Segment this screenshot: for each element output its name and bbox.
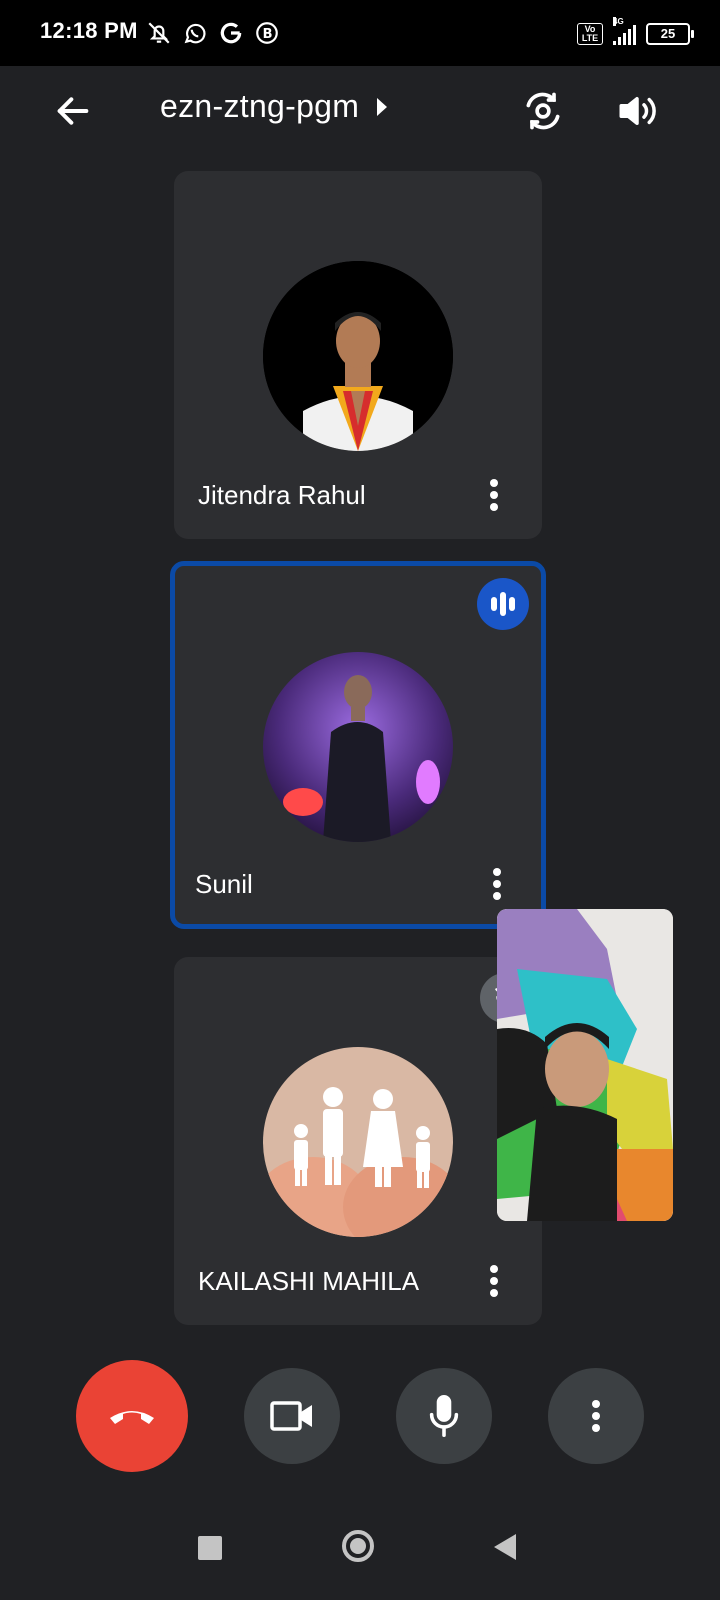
status-time: 12:18 PM: [40, 18, 138, 43]
end-call-button[interactable]: [76, 1360, 188, 1472]
speaker-icon: [619, 97, 656, 125]
recents-button[interactable]: [198, 1536, 222, 1560]
back-arrow-icon: [57, 97, 89, 125]
more-vert-icon: [490, 479, 498, 511]
google-icon: [220, 22, 242, 44]
camera-toggle-button[interactable]: [244, 1368, 340, 1464]
system-back-button[interactable]: [494, 1534, 516, 1560]
call-controls: [0, 1360, 720, 1474]
meeting-info-button[interactable]: ezn-ztng-pgm: [160, 88, 389, 125]
chevron-right-icon: [377, 97, 388, 116]
more-vert-icon: [490, 1265, 498, 1297]
meeting-top-bar: ezn-ztng-pgm: [0, 66, 720, 156]
participant-menu-button[interactable]: [476, 473, 512, 517]
meeting-code: ezn-ztng-pgm: [160, 88, 360, 124]
participant-name: Sunil: [195, 869, 253, 899]
audio-level-icon: [491, 592, 515, 616]
status-system-icons: Vo LTE 4G 25: [577, 17, 694, 50]
audio-output-button[interactable]: [612, 86, 662, 136]
whatsapp-icon: [184, 23, 206, 44]
participant-menu-button[interactable]: [476, 1259, 512, 1303]
participant-tile-active[interactable]: Sunil: [170, 561, 546, 929]
network-type: 4G: [613, 17, 624, 26]
more-options-button[interactable]: [548, 1368, 644, 1464]
speaking-indicator: [477, 578, 529, 630]
participant-name: Jitendra Rahul: [198, 480, 366, 510]
participant-avatar: [263, 652, 453, 842]
participant-tile[interactable]: Jitendra Rahul: [174, 171, 542, 539]
end-call-icon: [110, 1411, 154, 1424]
volte-icon: Vo LTE: [577, 23, 603, 45]
status-bar: 12:18 PM B Vo LTE 4G 25: [0, 0, 720, 66]
svg-text:B: B: [263, 27, 273, 42]
b-badge-icon: B: [256, 22, 278, 44]
participant-tile[interactable]: KAILASHI MAHILA: [174, 957, 542, 1325]
participant-avatar: [263, 261, 453, 451]
camera-icon: [270, 1401, 312, 1431]
status-notification-icons: B: [146, 18, 280, 48]
battery-icon: 25: [646, 23, 694, 45]
participant-menu-button[interactable]: [479, 862, 515, 906]
participant-avatar: [263, 1047, 453, 1237]
self-view-video[interactable]: [497, 909, 673, 1221]
back-button[interactable]: [48, 86, 98, 136]
switch-camera-button[interactable]: [518, 86, 568, 136]
participant-name: KAILASHI MAHILA: [198, 1266, 420, 1296]
bell-off-icon: [148, 22, 170, 44]
more-vert-icon: [493, 868, 501, 900]
microphone-toggle-button[interactable]: [396, 1368, 492, 1464]
switch-camera-icon: [526, 92, 560, 130]
home-button[interactable]: [342, 1530, 374, 1562]
system-nav-bar: [0, 1508, 720, 1600]
battery-level: 25: [660, 26, 676, 41]
signal-icon: 4G: [613, 17, 636, 45]
more-vert-icon: [592, 1400, 600, 1432]
microphone-icon: [429, 1394, 459, 1438]
